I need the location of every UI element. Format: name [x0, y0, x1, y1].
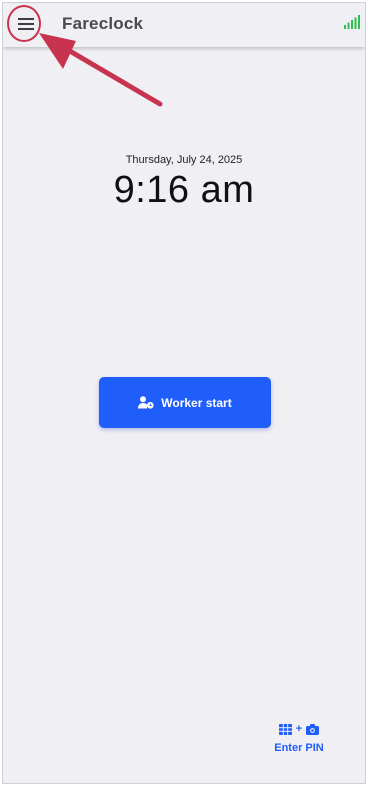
keypad-grid-icon — [278, 723, 292, 735]
enter-pin-button[interactable]: + Enter PIN — [271, 721, 327, 761]
camera-icon — [306, 723, 320, 735]
user-clock-icon — [138, 396, 154, 409]
app-title: Fareclock — [62, 14, 144, 33]
plus-sign: + — [295, 723, 303, 735]
signal-strength-icon — [344, 15, 360, 29]
app-screen: Fareclock Thursday, July 24, 2025 9:16 a… — [2, 2, 366, 784]
annotation-arrow — [39, 33, 163, 107]
worker-start-button[interactable]: Worker start — [99, 377, 271, 428]
current-time: 9:16 am — [113, 169, 255, 211]
pin-icons-row: + — [271, 721, 327, 737]
current-date: Thursday, July 24, 2025 — [125, 154, 243, 166]
worker-start-label: Worker start — [161, 395, 232, 410]
enter-pin-label: Enter PIN — [274, 742, 324, 754]
